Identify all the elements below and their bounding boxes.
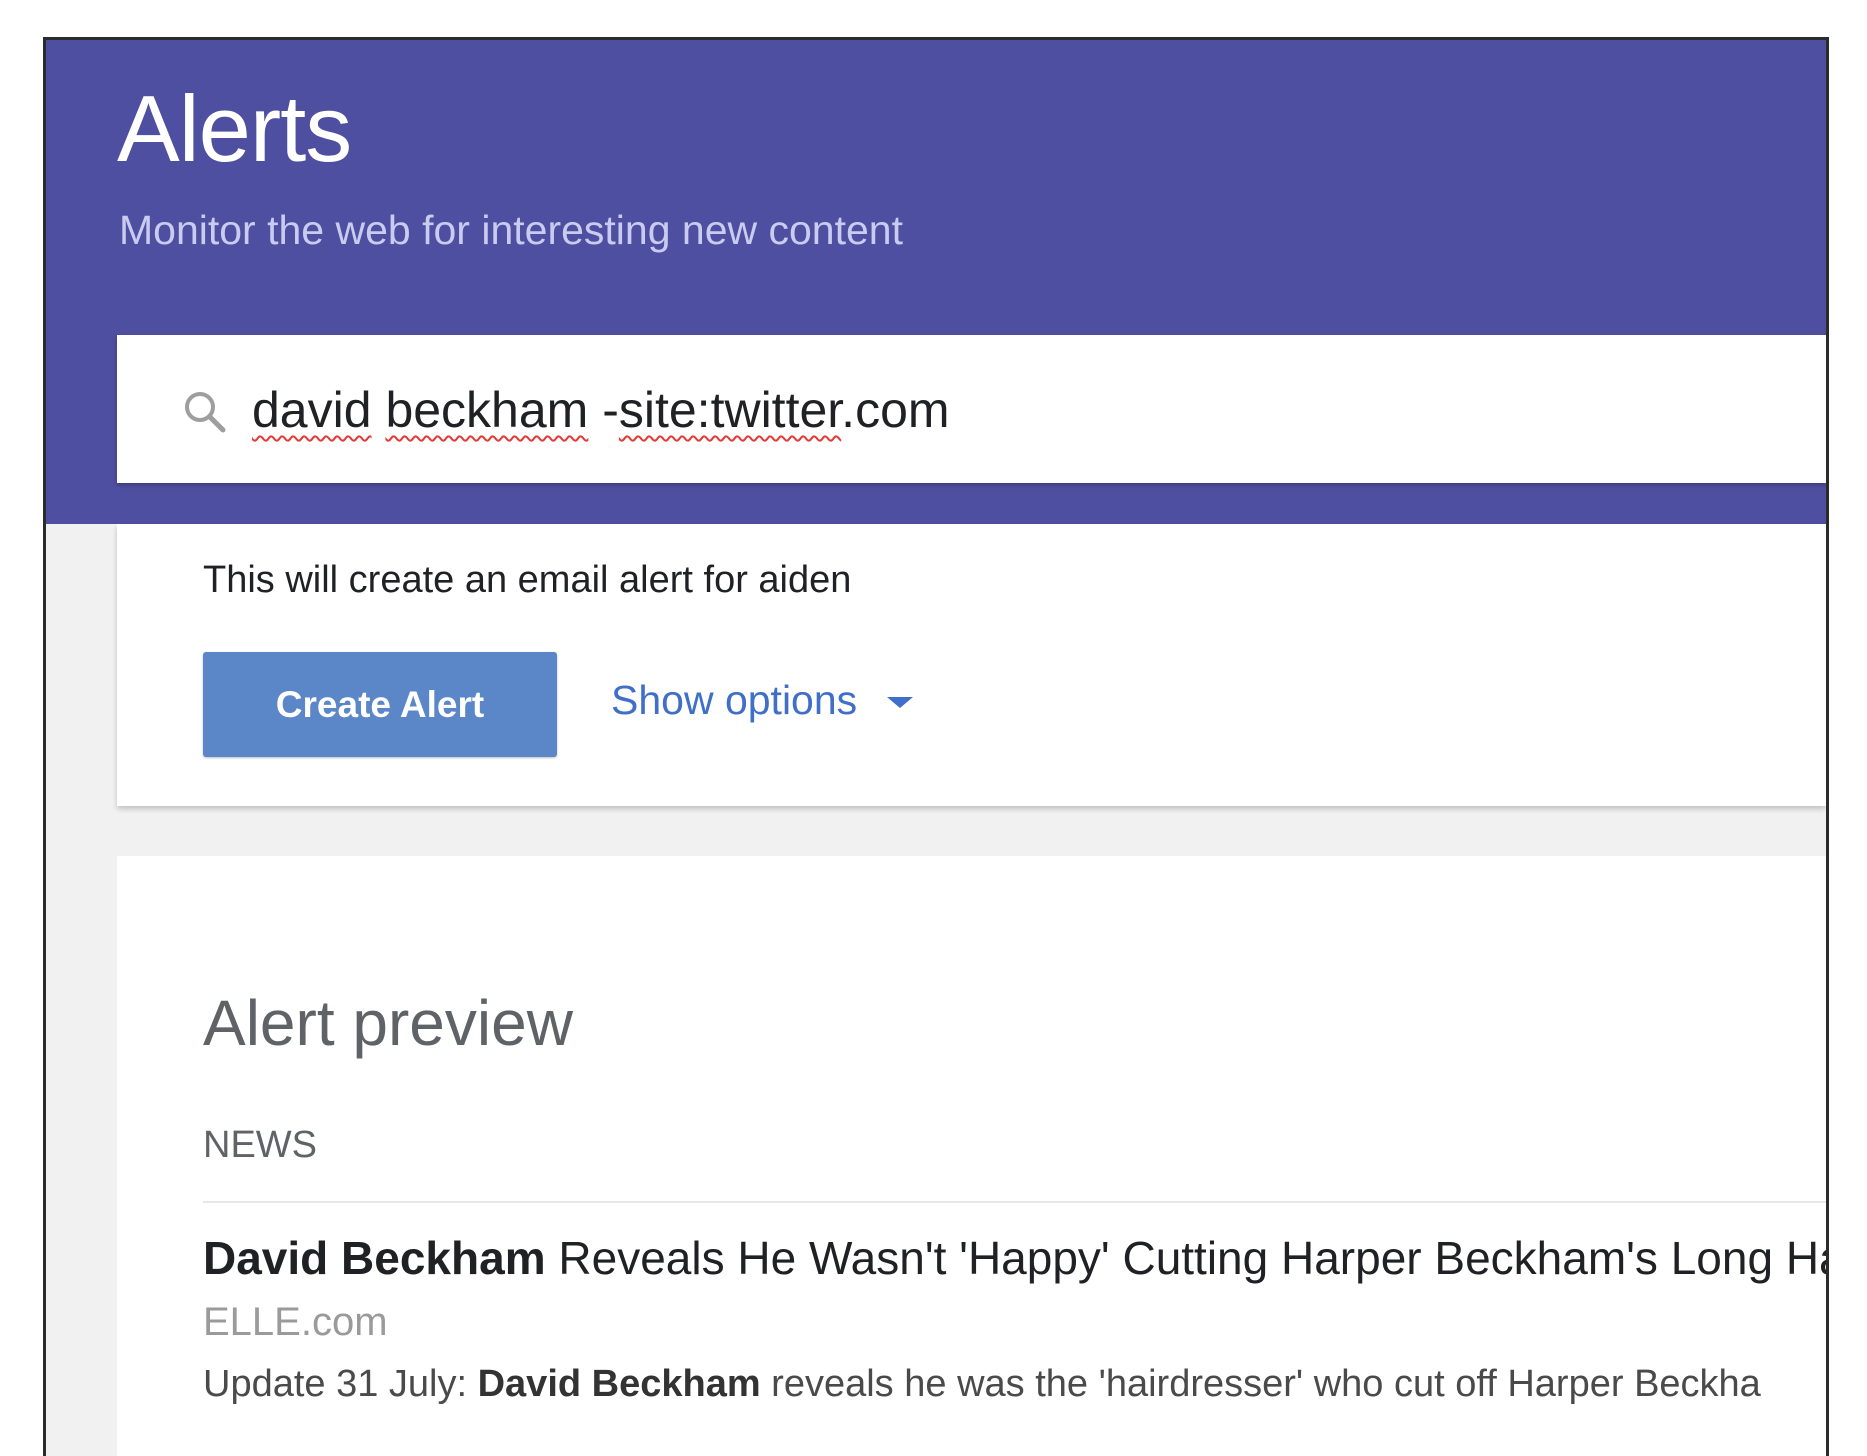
headline-text: Reveals He Wasn't 'Happy' Cutting Harper… [545, 1232, 1826, 1284]
news-headline-link[interactable]: David Beckham Reveals He Wasn't 'Happy' … [203, 1226, 1826, 1290]
caret-down-icon [887, 697, 914, 709]
snippet-highlight: David Beckham [477, 1363, 761, 1406]
query-word-beckham: beckham [385, 382, 589, 438]
search-input[interactable]: david beckham -site:twitter.com [117, 335, 1826, 483]
snippet-prefix: Update 31 July: [203, 1363, 478, 1406]
news-snippet: Update 31 July: David Beckham reveals he… [203, 1358, 1826, 1411]
search-query-text[interactable]: david beckham -site:twitter.com [252, 385, 950, 435]
headline-highlight: David Beckham [203, 1232, 546, 1284]
query-word-site: site:twitter [618, 382, 842, 438]
page-subtitle: Monitor the web for interesting new cont… [119, 207, 903, 253]
divider [203, 1201, 1826, 1203]
query-minus: - [588, 382, 619, 438]
search-icon [185, 392, 226, 433]
alert-preview-card: Alert preview NEWS David Beckham Reveals… [117, 856, 1826, 1456]
news-item: David Beckham Reveals He Wasn't 'Happy' … [203, 1226, 1826, 1412]
create-alert-card: This will create an email alert for aide… [117, 524, 1826, 806]
show-options-button[interactable]: Show options [611, 672, 914, 729]
news-section-label: NEWS [203, 1124, 317, 1166]
page-title: Alerts [117, 76, 352, 181]
alert-preview-title: Alert preview [203, 987, 573, 1059]
news-source: ELLE.com [203, 1300, 388, 1345]
header-bar: Alerts Monitor the web for interesting n… [46, 40, 1826, 524]
query-word-david: david [252, 382, 372, 438]
query-space [372, 382, 386, 438]
create-alert-button[interactable]: Create Alert [203, 652, 557, 757]
show-options-label: Show options [611, 677, 858, 723]
app-window: Alerts Monitor the web for interesting n… [43, 37, 1829, 1456]
query-word-tld: .com [841, 382, 950, 438]
snippet-text: reveals he was the 'hairdresser' who cut… [760, 1363, 1761, 1406]
alert-recipient-note: This will create an email alert for aide… [203, 559, 852, 601]
